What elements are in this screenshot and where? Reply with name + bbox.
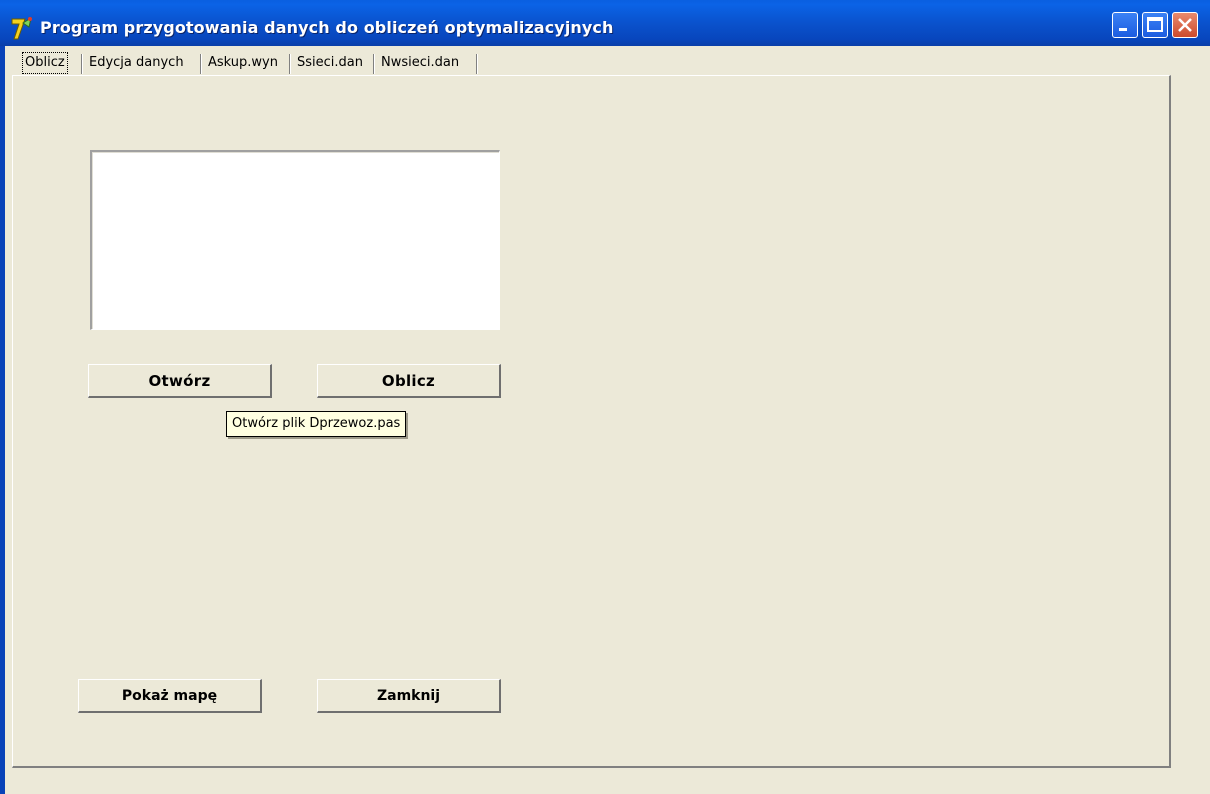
tab-label: Edycja danych xyxy=(89,55,184,70)
tooltip: Otwórz plik Dprzewoz.pas xyxy=(226,411,407,437)
tab-label: Ssieci.dan xyxy=(297,55,363,70)
oblicz-button[interactable]: Oblicz xyxy=(317,364,501,398)
delphi-app-icon xyxy=(11,16,32,40)
window-border-left xyxy=(0,46,5,794)
app-window: Program przygotowania danych do obliczeń… xyxy=(0,0,1210,794)
tab-edycja-danych[interactable]: Edycja danych xyxy=(86,52,187,74)
close-button[interactable] xyxy=(1172,12,1198,38)
maximize-icon xyxy=(1147,17,1163,32)
tab-oblicz[interactable]: Oblicz xyxy=(22,52,68,74)
window-title: Program przygotowania danych do obliczeń… xyxy=(40,18,614,37)
minimize-button[interactable] xyxy=(1112,12,1138,38)
minimize-icon xyxy=(1119,28,1127,31)
tab-askup-wyn[interactable]: Askup.wyn xyxy=(205,52,281,74)
tab-label: Oblicz xyxy=(22,52,68,74)
title-bar[interactable]: Program przygotowania danych do obliczeń… xyxy=(0,0,1210,46)
tab-separator xyxy=(373,54,374,74)
tab-separator xyxy=(289,54,290,74)
close-icon xyxy=(1178,18,1192,32)
tab-label: Nwsieci.dan xyxy=(381,55,460,70)
otworz-button[interactable]: Otwórz xyxy=(88,364,272,398)
maximize-button[interactable] xyxy=(1142,12,1168,38)
tab-separator xyxy=(476,54,477,74)
output-list-box[interactable] xyxy=(90,150,500,330)
tab-separator xyxy=(200,54,201,74)
tab-ssieci-dan[interactable]: Ssieci.dan xyxy=(294,52,366,74)
zamknij-button[interactable]: Zamknij xyxy=(317,679,501,713)
tab-label: Askup.wyn xyxy=(208,55,278,70)
pokaz-mape-button[interactable]: Pokaż mapę xyxy=(78,679,262,713)
tab-nwsieci-dan[interactable]: Nwsieci.dan xyxy=(378,52,462,74)
tab-separator xyxy=(81,54,82,74)
